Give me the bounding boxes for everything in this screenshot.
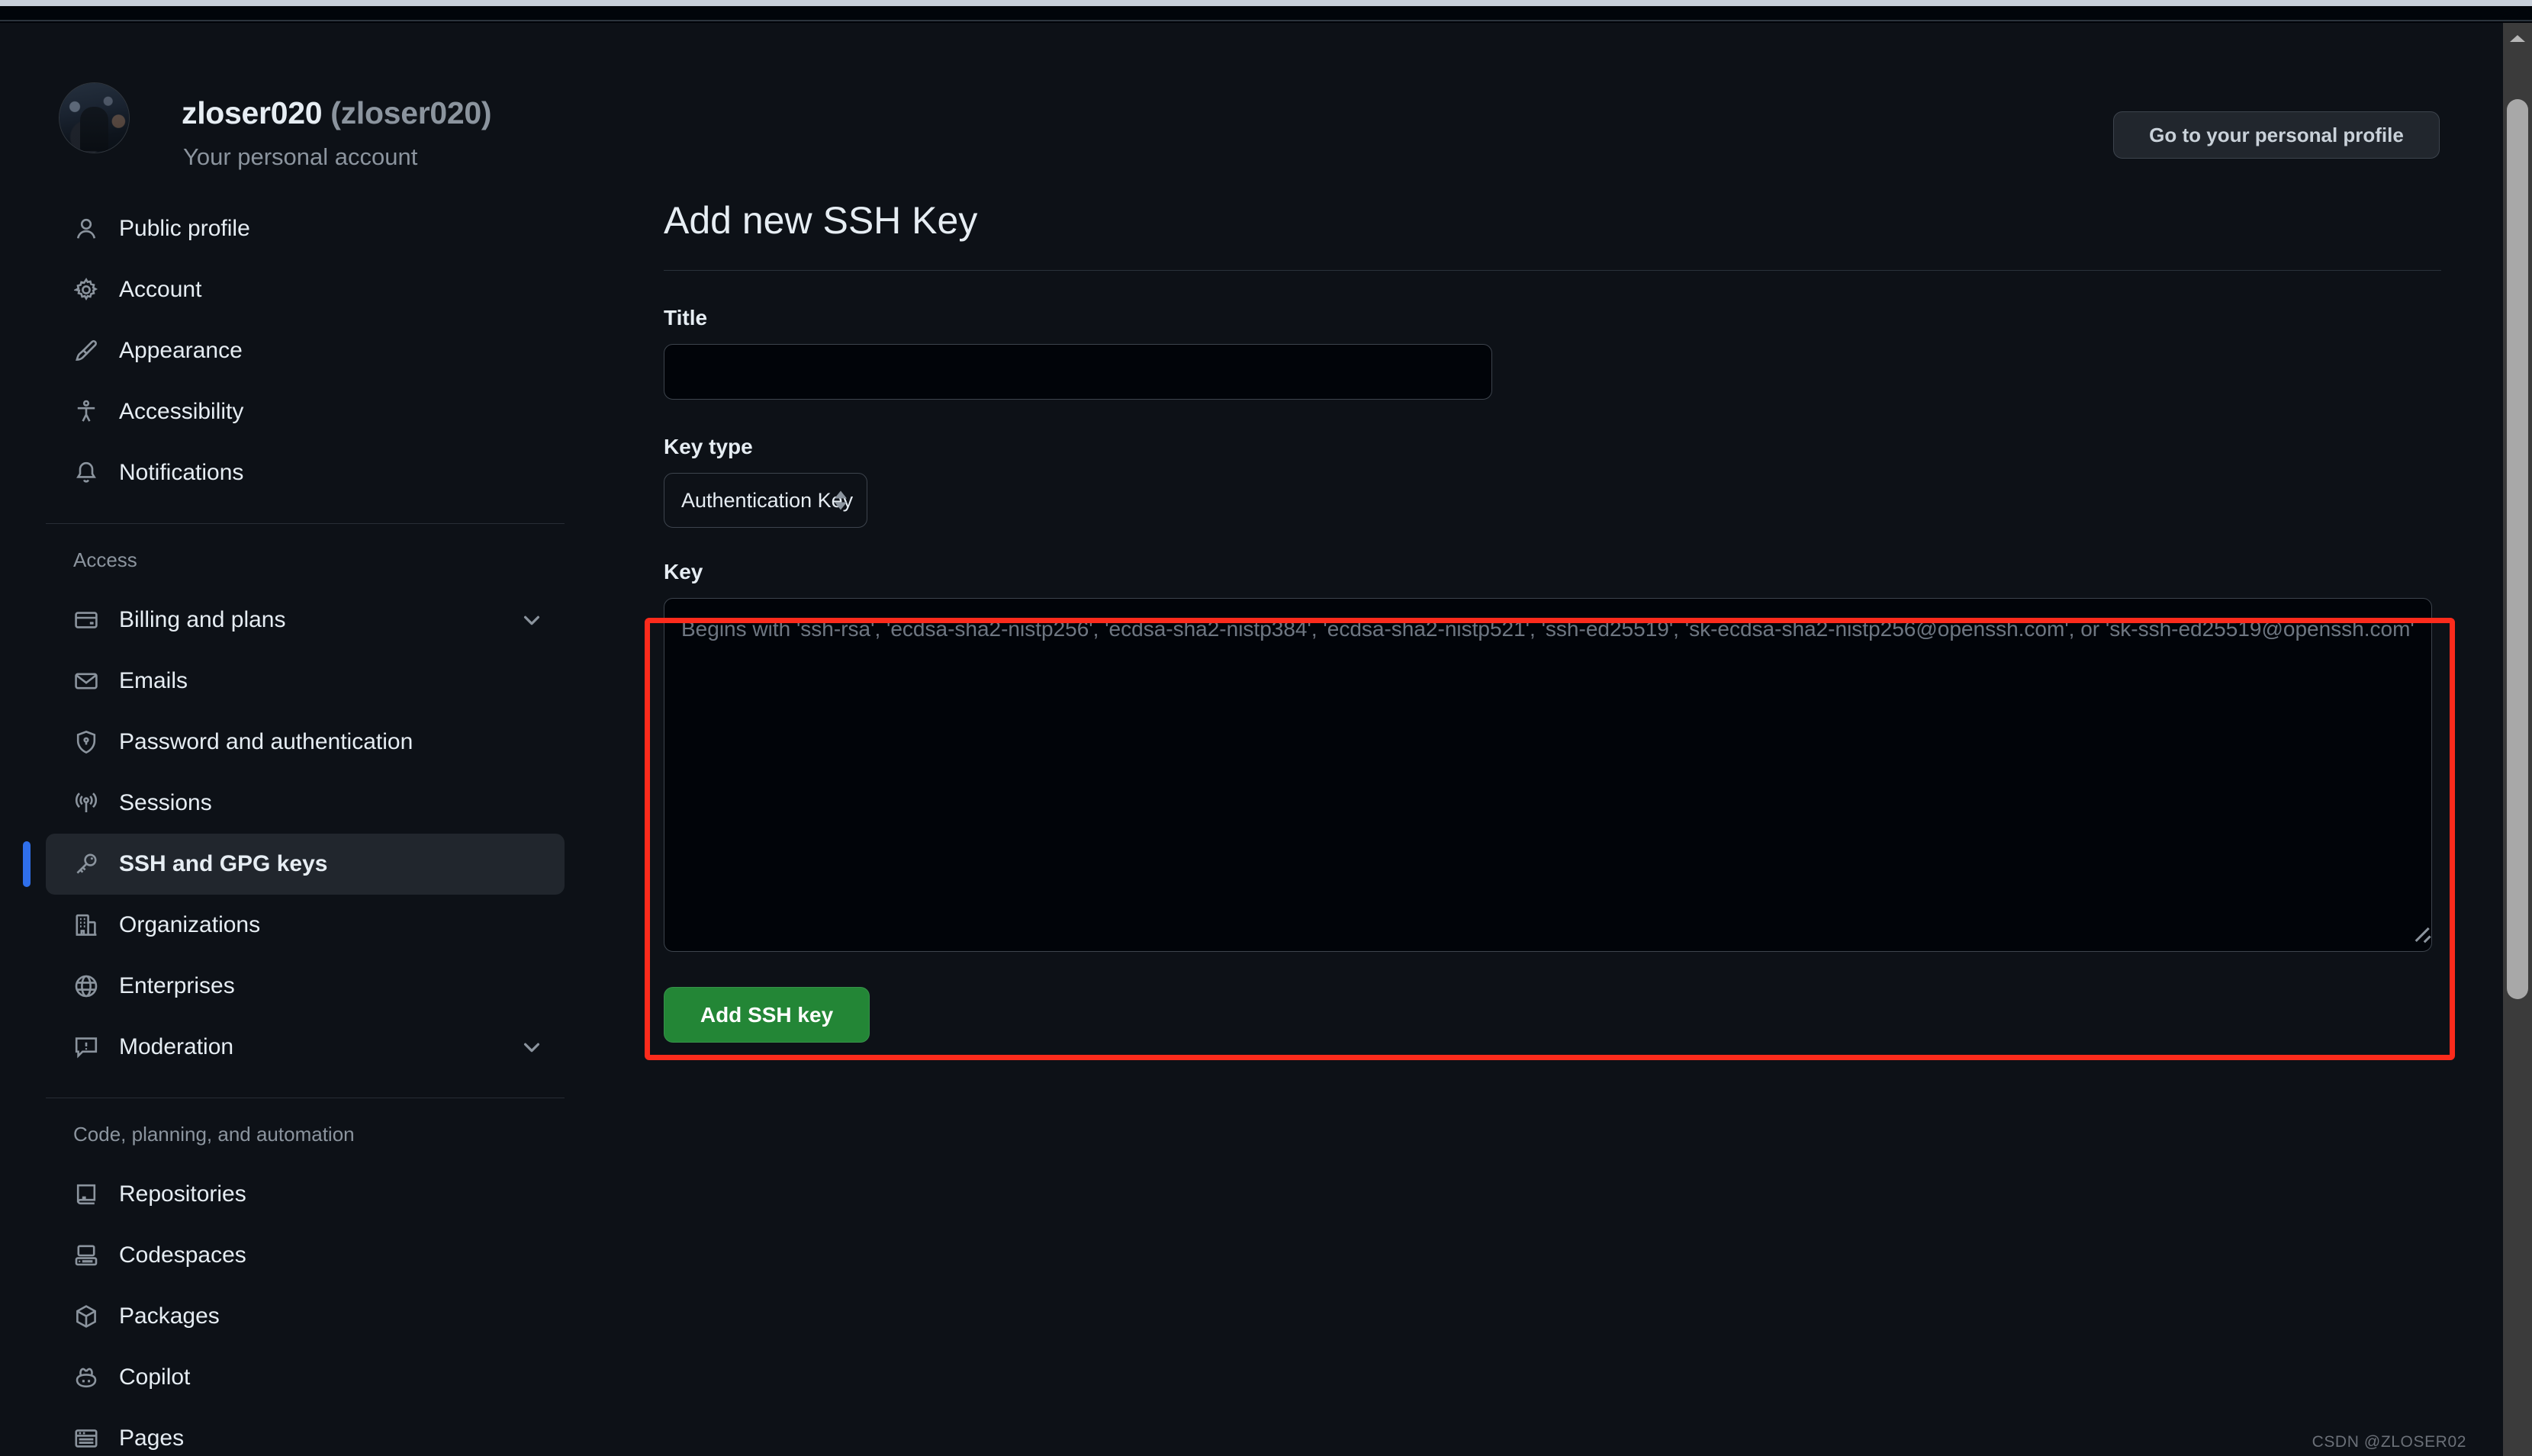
sidebar-item-emails[interactable]: Emails xyxy=(46,651,565,712)
title-input[interactable] xyxy=(664,344,1492,400)
paintbrush-icon xyxy=(73,338,99,364)
accessibility-icon xyxy=(73,399,99,425)
sidebar-item-label: Copilot xyxy=(119,1364,191,1390)
sidebar-item-label: Account xyxy=(119,277,202,302)
sidebar-item-moderation[interactable]: Moderation xyxy=(46,1017,565,1078)
select-chevrons-icon xyxy=(835,490,847,510)
sidebar-item-accessibility[interactable]: Accessibility xyxy=(46,381,565,442)
key-textarea[interactable] xyxy=(664,598,2432,952)
sidebar-sections: Access Billing and plans Emails Password an… xyxy=(0,523,610,1456)
key-field-label: Key xyxy=(664,560,703,583)
sidebar-item-label: Moderation xyxy=(119,1034,234,1059)
sidebar-item-password-and-authentication[interactable]: Password and authentication xyxy=(46,712,565,773)
sidebar-item-account[interactable]: Account xyxy=(46,259,565,320)
chevron-down-icon[interactable] xyxy=(520,609,543,632)
sidebar-item-label: Notifications xyxy=(119,460,244,485)
sidebar-item-packages[interactable]: Packages xyxy=(46,1286,565,1347)
browser-chrome-band xyxy=(0,6,2532,21)
sidebar-item-label: SSH and GPG keys xyxy=(119,851,328,876)
account-name: zloser020 (zloser020) xyxy=(182,95,492,131)
copilot-icon xyxy=(73,1364,99,1390)
sidebar-item-sessions[interactable]: Sessions xyxy=(46,773,565,834)
key-type-field-label: Key type xyxy=(664,435,753,458)
account-handle: (zloser020) xyxy=(330,95,492,130)
go-to-personal-profile-button[interactable]: Go to your personal profile xyxy=(2113,111,2440,159)
sidebar-item-label: Enterprises xyxy=(119,973,235,998)
sidebar-item-enterprises[interactable]: Enterprises xyxy=(46,956,565,1017)
organization-icon xyxy=(73,912,99,938)
key-icon xyxy=(73,851,99,877)
sidebar-item-label: Appearance xyxy=(119,338,243,363)
mail-icon xyxy=(73,668,99,694)
sidebar-item-copilot[interactable]: Copilot xyxy=(46,1347,565,1408)
sidebar-item-label: Password and authentication xyxy=(119,729,413,754)
globe-icon xyxy=(73,973,99,999)
person-icon xyxy=(73,216,99,242)
report-icon xyxy=(73,1034,99,1060)
sidebar-item-repositories[interactable]: Repositories xyxy=(46,1164,565,1225)
sidebar-item-public-profile[interactable]: Public profile xyxy=(46,198,565,259)
sidebar-item-label: Public profile xyxy=(119,216,250,241)
avatar-figure xyxy=(80,106,108,152)
sidebar-item-billing-and-plans[interactable]: Billing and plans xyxy=(46,590,565,651)
sidebar-item-label: Packages xyxy=(119,1303,220,1329)
browser-top-strip xyxy=(0,0,2532,6)
broadcast-icon xyxy=(73,790,99,816)
sidebar-item-label: Emails xyxy=(119,668,188,693)
settings-page: zloser020 (zloser020) Your personal acco… xyxy=(0,23,2503,1456)
chevron-down-icon[interactable] xyxy=(520,1036,543,1059)
sidebar-item-label: Repositories xyxy=(119,1181,246,1207)
sidebar-section-title: Access xyxy=(73,548,137,571)
sidebar-item-ssh-and-gpg-keys[interactable]: SSH and GPG keys xyxy=(23,834,565,895)
sidebar-item-label: Organizations xyxy=(119,912,261,937)
account-header: zloser020 (zloser020) Your personal acco… xyxy=(0,23,2503,198)
gear-icon xyxy=(73,277,99,303)
avatar[interactable] xyxy=(59,82,130,153)
repo-icon xyxy=(73,1181,99,1207)
browser-icon xyxy=(73,1425,99,1451)
sidebar-divider xyxy=(46,523,565,524)
settings-sidebar: Public profile Account Appearance Accessibi… xyxy=(0,198,610,1456)
sidebar-item-label: Pages xyxy=(119,1425,185,1451)
account-subtitle: Your personal account xyxy=(183,143,418,170)
sidebar-item-pages[interactable]: Pages xyxy=(46,1408,565,1456)
bell-icon xyxy=(73,460,99,486)
add-ssh-key-button[interactable]: Add SSH key xyxy=(664,987,870,1043)
browser-scrollbar[interactable] xyxy=(2503,23,2532,1456)
account-display-name: zloser020 xyxy=(182,95,323,130)
sidebar-item-codespaces[interactable]: Codespaces xyxy=(46,1225,565,1286)
shield-lock-icon xyxy=(73,729,99,755)
sidebar-section-title: Code, planning, and automation xyxy=(73,1123,355,1146)
sidebar-item-label: Codespaces xyxy=(119,1242,246,1268)
sidebar-item-label: Accessibility xyxy=(119,399,244,424)
sidebar-item-label: Sessions xyxy=(119,790,212,815)
title-field-label: Title xyxy=(664,306,708,329)
scrollbar-thumb[interactable] xyxy=(2507,99,2528,999)
watermark: CSDN @ZLOSER02 xyxy=(2312,1433,2466,1451)
page-title: Add new SSH Key xyxy=(664,198,2441,271)
credit-card-icon xyxy=(73,607,99,633)
scrollbar-up-arrow-icon[interactable] xyxy=(2503,23,2532,52)
key-type-selected-value: Authentication Key xyxy=(681,488,854,512)
sidebar-primary-group: Public profile Account Appearance Accessibi… xyxy=(0,198,610,503)
sidebar-item-label: Billing and plans xyxy=(119,607,286,632)
sidebar-item-notifications[interactable]: Notifications xyxy=(46,442,565,503)
key-field-section: Key xyxy=(664,560,2441,952)
sidebar-item-appearance[interactable]: Appearance xyxy=(46,320,565,381)
main-content: Add new SSH Key Title Key type Authentic… xyxy=(645,198,2455,1060)
sidebar-item-organizations[interactable]: Organizations xyxy=(46,895,565,956)
package-icon xyxy=(73,1303,99,1329)
codespaces-icon xyxy=(73,1242,99,1268)
key-type-select[interactable]: Authentication Key xyxy=(664,473,867,528)
